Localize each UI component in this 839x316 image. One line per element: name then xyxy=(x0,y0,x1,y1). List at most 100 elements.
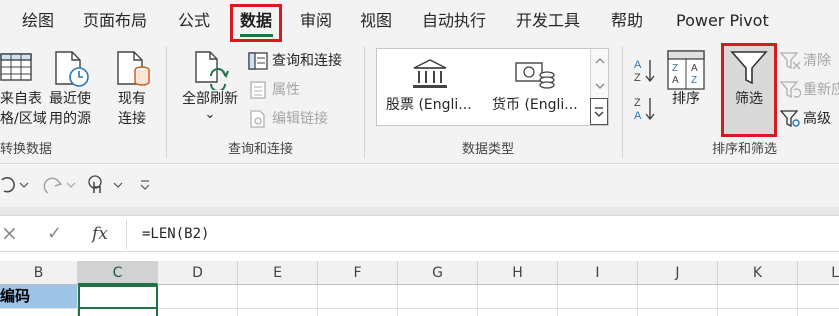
cell-b3[interactable] xyxy=(0,309,78,316)
column-header-d[interactable]: D xyxy=(158,261,238,285)
svg-text:A: A xyxy=(634,110,642,122)
column-header-c[interactable]: C xyxy=(78,261,158,285)
filter-funnel-icon[interactable] xyxy=(730,50,768,86)
column-header-g[interactable]: G xyxy=(398,261,478,285)
cell-e3[interactable] xyxy=(238,309,318,316)
table-range-icon[interactable] xyxy=(0,50,34,86)
queries-connections-button[interactable]: 查询和连接 xyxy=(272,51,342,71)
column-header-b[interactable]: B xyxy=(0,261,78,285)
tab-draw[interactable]: 绘图 xyxy=(22,10,54,32)
existing-connections-label-2: 连接 xyxy=(118,111,146,127)
svg-text:A: A xyxy=(634,59,642,71)
edit-links-icon[interactable] xyxy=(249,110,267,128)
ribbon-separator xyxy=(622,46,623,158)
advanced-filter-button[interactable]: 高级 xyxy=(803,109,831,129)
cell-c3[interactable] xyxy=(78,309,158,316)
undo-icon[interactable] xyxy=(0,176,16,196)
chevron-down-icon xyxy=(595,83,605,89)
cell-d3[interactable] xyxy=(158,309,238,316)
expand-gallery-icon xyxy=(594,107,604,117)
gallery-expand[interactable] xyxy=(590,98,608,125)
cell-i3[interactable] xyxy=(558,309,638,316)
formula-bar: × ✓ fx =LEN(B2) xyxy=(0,215,839,252)
gallery-scroll-down[interactable] xyxy=(590,74,608,98)
gallery-scroll-up[interactable] xyxy=(590,49,608,74)
cell-j3[interactable] xyxy=(638,309,718,316)
cell-h2[interactable] xyxy=(478,285,558,309)
cell-j2[interactable] xyxy=(638,285,718,309)
queries-connections-icon[interactable] xyxy=(248,52,268,70)
tab-automate[interactable]: 自动执行 xyxy=(422,10,486,32)
tab-developer[interactable]: 开发工具 xyxy=(516,10,580,32)
clear-filter-icon[interactable] xyxy=(780,52,802,70)
column-header-f[interactable]: F xyxy=(318,261,398,285)
cell-f3[interactable] xyxy=(318,309,398,316)
reapply-filter-button[interactable]: 重新应用 xyxy=(803,80,839,100)
reapply-filter-icon[interactable] xyxy=(780,81,802,99)
cell-c2-active[interactable] xyxy=(78,285,158,309)
formula-input[interactable]: =LEN(B2) xyxy=(142,224,209,244)
cell-l2[interactable] xyxy=(798,285,839,309)
ribbon-separator xyxy=(166,46,167,158)
redo-icon[interactable] xyxy=(42,176,64,196)
column-header-e[interactable]: E xyxy=(238,261,318,285)
column-header-i[interactable]: I xyxy=(558,261,638,285)
touch-mode-icon[interactable] xyxy=(86,174,106,198)
customize-qat-icon[interactable] xyxy=(139,179,151,191)
redo-dropdown-icon[interactable] xyxy=(66,181,76,189)
stocks-data-type[interactable]: 股票 (Engli... xyxy=(386,96,472,114)
tab-view[interactable]: 视图 xyxy=(360,10,392,32)
cell-d2[interactable] xyxy=(158,285,238,309)
cancel-formula-button[interactable]: × xyxy=(1,221,18,245)
cell-b2[interactable]: 编码 xyxy=(0,285,78,309)
cell-f2[interactable] xyxy=(318,285,398,309)
svg-text:Z: Z xyxy=(691,75,697,86)
ribbon-tab-bar: 绘图 页面布局 公式 数据 审阅 视图 自动执行 开发工具 帮助 Power P… xyxy=(0,0,839,42)
recent-sources-icon[interactable] xyxy=(52,50,92,90)
svg-text:A: A xyxy=(672,75,679,86)
insert-function-button[interactable]: fx xyxy=(92,222,108,246)
column-header-k[interactable]: K xyxy=(718,261,798,285)
svg-text:A: A xyxy=(691,63,698,74)
tab-help[interactable]: 帮助 xyxy=(611,10,643,32)
filter-label: 筛选 xyxy=(735,91,763,107)
advanced-filter-icon[interactable] xyxy=(780,110,802,128)
enter-formula-button[interactable]: ✓ xyxy=(47,222,62,246)
cell-g2[interactable] xyxy=(398,285,478,309)
refresh-all-icon[interactable] xyxy=(190,50,230,90)
touch-mode-dropdown-icon[interactable] xyxy=(113,181,123,189)
column-header-h[interactable]: H xyxy=(478,261,558,285)
column-header-l[interactable]: L xyxy=(798,261,839,285)
tab-review[interactable]: 审阅 xyxy=(300,10,332,32)
tab-power-pivot[interactable]: Power Pivot xyxy=(676,10,769,32)
sort-dialog-icon[interactable]: Z A A Z xyxy=(667,50,705,90)
sort-button[interactable]: 排序 xyxy=(662,89,710,109)
tab-page-layout[interactable]: 页面布局 xyxy=(83,10,147,32)
recent-sources-label-2: 用的源 xyxy=(49,111,91,127)
cell-e2[interactable] xyxy=(238,285,318,309)
sort-ascending-icon[interactable]: A Z xyxy=(632,56,660,86)
clear-filter-button[interactable]: 清除 xyxy=(803,51,831,71)
cell-g3[interactable] xyxy=(398,309,478,316)
cell-i2[interactable] xyxy=(558,285,638,309)
properties-button[interactable]: 属性 xyxy=(272,80,300,100)
cell-k2[interactable] xyxy=(718,285,798,309)
svg-text:Z: Z xyxy=(634,97,641,109)
undo-dropdown-icon[interactable] xyxy=(19,181,29,189)
svg-text:Z: Z xyxy=(634,72,641,84)
cell-k3[interactable] xyxy=(718,309,798,316)
get-from-table-label-2: 格/区域 xyxy=(0,111,47,127)
chevron-up-icon xyxy=(595,58,605,64)
sort-descending-icon[interactable]: Z A xyxy=(632,94,660,124)
stocks-bank-icon[interactable] xyxy=(411,58,449,90)
existing-connections-icon[interactable] xyxy=(114,50,154,90)
properties-icon[interactable] xyxy=(249,81,267,99)
tab-formulas[interactable]: 公式 xyxy=(178,10,210,32)
cell-h3[interactable] xyxy=(478,309,558,316)
column-header-j[interactable]: J xyxy=(638,261,718,285)
group-label-sort-filter: 排序和筛选 xyxy=(712,142,778,157)
refresh-all-dropdown-arrow[interactable]: ⌄ xyxy=(178,105,242,125)
edit-links-button[interactable]: 编辑链接 xyxy=(272,109,328,129)
currencies-icon[interactable] xyxy=(514,60,556,90)
currencies-data-type[interactable]: 货币 (Engli... xyxy=(492,96,578,114)
